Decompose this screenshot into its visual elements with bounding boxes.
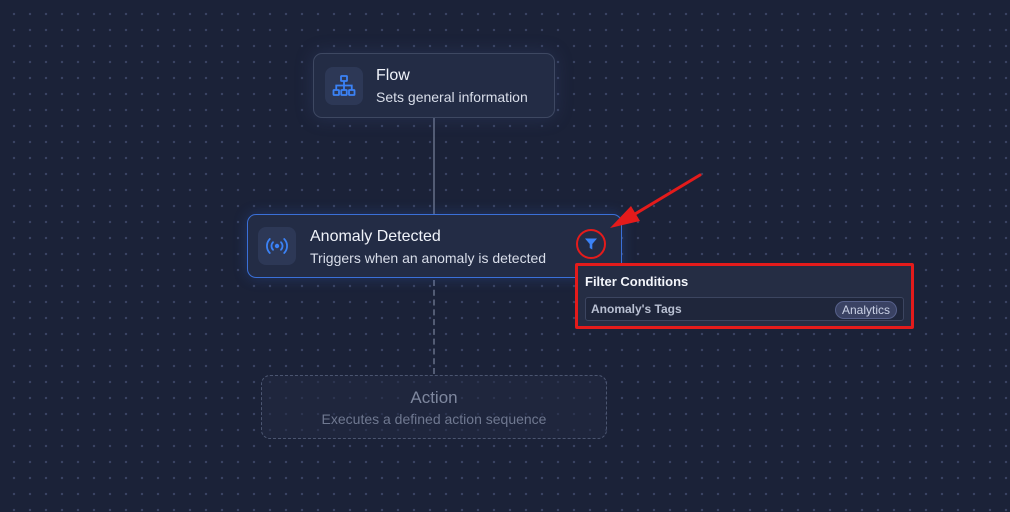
- action-node-placeholder[interactable]: Action Executes a defined action sequenc…: [261, 375, 607, 439]
- filter-condition-row: Anomaly's Tags Analytics: [585, 297, 904, 321]
- filter-icon: [585, 238, 597, 250]
- connector-line-pending: [433, 280, 435, 374]
- broadcast-icon: [258, 227, 296, 265]
- filter-condition-tag: Analytics: [834, 301, 897, 319]
- filter-conditions-popup: Filter Conditions Anomaly's Tags Analyti…: [575, 263, 914, 329]
- flow-node-title: Flow: [376, 67, 410, 84]
- filter-condition-key: Anomaly's Tags: [591, 302, 682, 316]
- flow-node[interactable]: Flow Sets general information: [313, 53, 555, 118]
- anomaly-detected-node-title: Anomaly Detected: [310, 228, 441, 245]
- annotation-arrow: [610, 173, 702, 228]
- popup-title: Filter Conditions: [585, 274, 689, 289]
- anomaly-detected-node[interactable]: Anomaly Detected Triggers when an anomal…: [247, 214, 622, 278]
- sitemap-icon: [325, 67, 363, 105]
- action-node-subtitle: Executes a defined action sequence: [321, 411, 547, 427]
- anomaly-detected-node-subtitle: Triggers when an anomaly is detected: [310, 250, 547, 266]
- flow-node-subtitle: Sets general information: [376, 89, 528, 105]
- action-node-title: Action: [410, 388, 458, 407]
- connector-line: [433, 118, 435, 214]
